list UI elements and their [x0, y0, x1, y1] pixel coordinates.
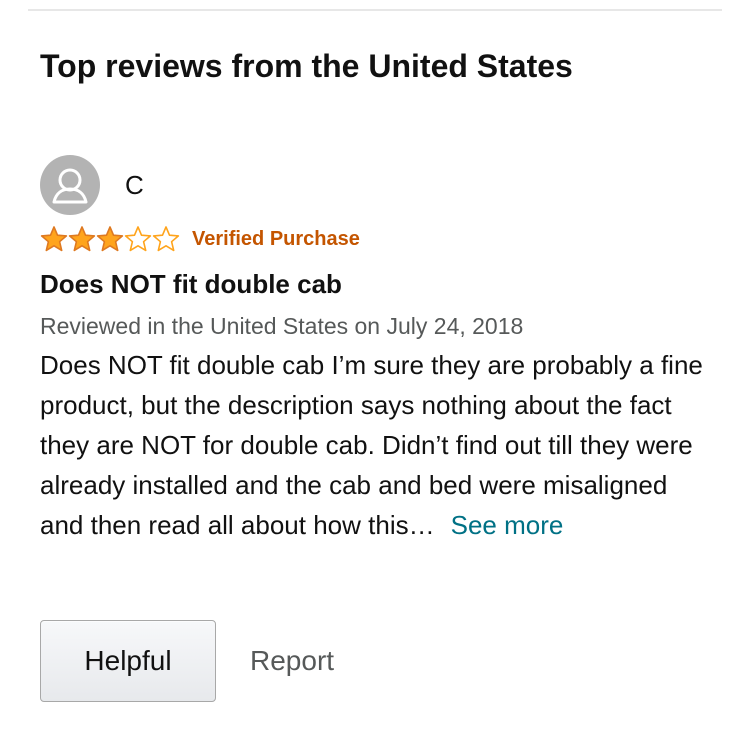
star-empty-icon: [152, 226, 180, 252]
helpful-button[interactable]: Helpful: [40, 620, 216, 702]
star-rating[interactable]: [40, 225, 180, 253]
rating-row: Verified Purchase: [40, 225, 710, 253]
verified-purchase-badge: Verified Purchase: [192, 228, 360, 250]
review-body: Does NOT fit double cab I’m sure they ar…: [40, 345, 710, 545]
profile-row: C: [40, 155, 710, 215]
review-date: Reviewed in the United States on July 24…: [40, 313, 524, 339]
default-user-icon[interactable]: [40, 155, 100, 215]
star-filled-icon: [96, 226, 124, 252]
review-text: Does NOT fit double cab I’m sure they ar…: [40, 350, 703, 540]
star-filled-icon: [40, 226, 68, 252]
section-title: Top reviews from the United States: [40, 48, 573, 84]
review-actions: Helpful Report: [40, 620, 334, 702]
review-card: C Verified Purchase Does NOT fit double …: [40, 155, 710, 545]
star-filled-icon: [68, 226, 96, 252]
top-divider: [28, 9, 722, 11]
report-link[interactable]: Report: [250, 645, 334, 677]
reviewer-name[interactable]: C: [125, 170, 144, 200]
see-more-link[interactable]: See more: [451, 510, 564, 540]
review-title[interactable]: Does NOT fit double cab: [40, 267, 710, 301]
star-empty-icon: [124, 226, 152, 252]
